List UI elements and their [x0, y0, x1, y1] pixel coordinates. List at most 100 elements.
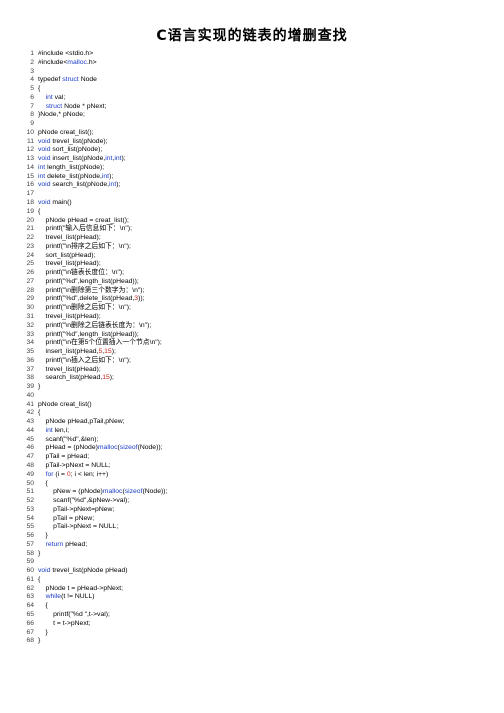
- code-text: printf("\n删除第三个数字为：\n");: [38, 286, 145, 294]
- code-line: 45 scanf("%d",&len);: [18, 436, 488, 445]
- code-line: 34 printf("\n在第5个位置插入一个节点\n");: [18, 339, 488, 348]
- code-text: printf("\n排序之后如下：\n");: [38, 242, 131, 250]
- code-text: printf("%d ",t->val);: [38, 611, 110, 618]
- code-line: 2 #include<malloc.h>: [18, 59, 488, 68]
- code-line: 39}: [18, 383, 488, 392]
- line-number: 13: [26, 155, 34, 163]
- line-number: 11: [26, 137, 34, 145]
- line-number: 17: [26, 190, 34, 198]
- line-number: 2: [30, 58, 34, 66]
- code-line: 24 sort_list(pHead);: [18, 252, 488, 261]
- code-line: 67 }: [18, 629, 488, 638]
- code-line: 20 pNode pHead = creat_list();: [18, 217, 488, 226]
- code-text: typedef struct Node: [38, 76, 97, 84]
- line-number: 36: [26, 356, 34, 364]
- line-number: 43: [26, 418, 34, 426]
- code-text: printf("%d",length_list(pHead));: [38, 277, 139, 285]
- code-text: pNode pHead = creat_list();: [38, 216, 129, 224]
- code-line: 10 pNode creat_list();: [18, 129, 488, 138]
- code-text: printf("输入后信息如下：\n");: [38, 225, 132, 233]
- line-number: 52: [26, 497, 34, 505]
- line-number: 20: [26, 216, 34, 224]
- line-number: 16: [26, 181, 34, 189]
- code-line: 23 printf("\n排序之后如下：\n");: [18, 243, 488, 252]
- code-line: 8}Node,* pNode;: [18, 111, 488, 120]
- code-line: 7 struct Node * pNext;: [18, 103, 488, 112]
- code-line: 6 int val;: [18, 94, 488, 103]
- line-number: 34: [26, 339, 34, 347]
- line-number: 33: [26, 330, 34, 338]
- code-line: 50 {: [18, 480, 488, 489]
- line-number: 54: [26, 514, 34, 522]
- code-line: 54 pTail = pNew;: [18, 515, 488, 524]
- code-text: pHead = (pNode)malloc(sizeof(Node));: [38, 444, 163, 452]
- line-number: 10: [26, 128, 34, 136]
- code-line: 44 int len,i;: [18, 427, 488, 436]
- code-line: 25 trevel_list(pHead);: [18, 260, 488, 269]
- code-text: {: [38, 479, 48, 487]
- code-line: 61 {: [18, 576, 488, 585]
- line-number: 55: [26, 523, 34, 531]
- code-text: {: [38, 409, 41, 417]
- code-text: printf("\n插入之后如下：\n");: [38, 356, 131, 364]
- code-line: 28 printf("\n删除第三个数字为：\n");: [18, 287, 488, 296]
- line-number: 19: [26, 207, 34, 215]
- code-text: void trevel_list(pNode pHead): [38, 567, 128, 575]
- code-line: 41 pNode creat_list(): [18, 401, 488, 410]
- code-text: pNode pHead,pTail,pNew;: [38, 418, 125, 426]
- code-text: struct Node * pNext;: [45, 102, 107, 110]
- code-text: {: [38, 85, 41, 93]
- code-line: 42 {: [18, 409, 488, 418]
- code-line: 52 scanf("%d",&pNew->val);: [18, 497, 488, 506]
- code-line: 27 printf("%d",length_list(pHead));: [18, 278, 488, 287]
- line-number: 27: [26, 277, 34, 285]
- code-line: 19 {: [18, 208, 488, 217]
- line-number: 18: [26, 199, 34, 207]
- line-number: 37: [26, 365, 34, 373]
- code-text: printf("\n删除之后如下：\n");: [38, 304, 131, 312]
- code-text: insert_list(pHead,5,15);: [38, 348, 116, 356]
- code-text: int val;: [45, 93, 66, 101]
- line-number: 58: [26, 549, 34, 557]
- line-number: 32: [26, 321, 34, 329]
- code-text: }: [38, 532, 48, 540]
- code-text: t = t->pNext;: [38, 619, 91, 627]
- line-number: 14: [26, 163, 34, 171]
- code-text: int len,i;: [45, 426, 69, 434]
- code-line: 51 pNew = (pNode)malloc(sizeof(Node));: [18, 488, 488, 497]
- line-number: 65: [26, 611, 34, 618]
- code-line: 29 printf("%d",delete_list(pHead,3));: [18, 295, 488, 304]
- line-number: 68: [26, 637, 34, 645]
- code-text: pTail->pNext=pNew;: [38, 505, 115, 513]
- code-line: 60 void trevel_list(pNode pHead): [18, 567, 488, 576]
- code-line: 55 pTail->pNext = NULL;: [18, 523, 488, 532]
- line-number: 7: [30, 102, 34, 110]
- line-number: 1: [30, 50, 34, 57]
- code-text: pTail->pNext = NULL;: [38, 461, 111, 469]
- code-text: {: [38, 207, 41, 215]
- line-number: 64: [26, 602, 34, 610]
- code-text: #include<malloc.h>: [38, 58, 97, 66]
- code-text: trevel_list(pHead);: [38, 260, 101, 268]
- code-line: 26 printf("\n链表长度位：\n");: [18, 269, 488, 278]
- code-text: printf("\n删除之后链表长度为：\n");: [38, 321, 152, 329]
- code-line: 53 pTail->pNext=pNew;: [18, 506, 488, 515]
- code-text: sort_list(pHead);: [38, 251, 96, 259]
- code-text: trevel_list(pHead);: [38, 234, 101, 242]
- line-number: 46: [26, 444, 34, 452]
- code-text: #include <stdio.h>: [38, 50, 94, 57]
- code-line: 5{: [18, 85, 488, 94]
- line-number: 66: [26, 619, 34, 627]
- code-line: 30 printf("\n删除之后如下：\n");: [18, 304, 488, 313]
- line-number: 35: [26, 348, 34, 356]
- line-number: 6: [30, 93, 34, 101]
- line-number: 47: [26, 453, 34, 461]
- code-line: 1 #include <stdio.h>: [18, 50, 488, 59]
- code-text: for (i = 0; i < len; i++): [45, 470, 109, 478]
- code-line: 43 pNode pHead,pTail,pNew;: [18, 418, 488, 427]
- code-text: printf("%d",length_list(pHead));: [38, 330, 139, 338]
- line-number: 51: [26, 488, 34, 496]
- code-line: 18 void main(): [18, 199, 488, 208]
- code-line: 64 {: [18, 602, 488, 611]
- code-text: }: [38, 549, 41, 557]
